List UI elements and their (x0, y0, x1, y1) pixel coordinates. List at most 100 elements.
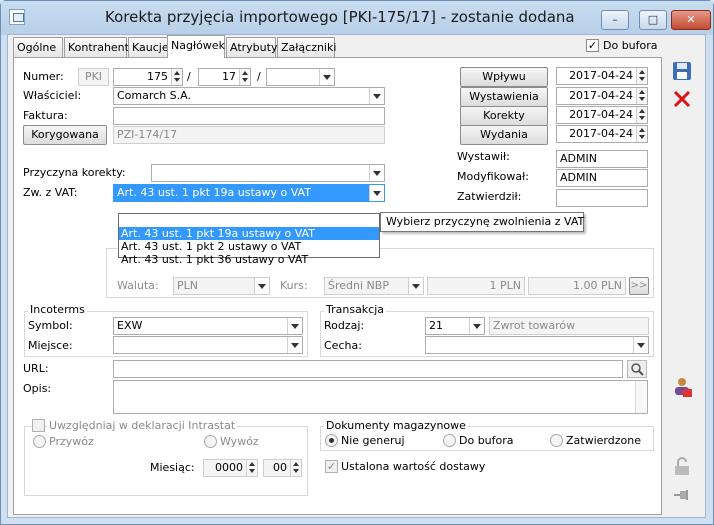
zatwierdzone-label: Zatwierdzone (566, 434, 641, 447)
minimize-button[interactable]: – (601, 10, 629, 30)
opis-scrollbar[interactable] (635, 381, 647, 413)
chevron-down-icon[interactable] (287, 337, 302, 353)
chevron-down-icon[interactable] (369, 185, 384, 201)
do-bufora-checkbox[interactable]: ✓ (586, 39, 599, 52)
numer-number-field[interactable]: 175 (113, 68, 183, 86)
kurs-rate-1: 1 PLN (427, 277, 525, 295)
numer-month-value: 17 (222, 70, 236, 83)
nie-generuj-label: Nie generuj (341, 434, 405, 447)
numer-month-field[interactable]: 17 (198, 68, 251, 86)
tab-kaucje[interactable]: Kaucje (128, 37, 169, 57)
rodzaj-select[interactable]: 21 (425, 317, 485, 335)
cecha-label: Cecha: (324, 339, 362, 352)
kurs-more-button[interactable]: >> (629, 277, 649, 295)
ustalona-checkbox[interactable]: ✓ (325, 460, 338, 473)
maximize-button[interactable]: □ (639, 10, 667, 30)
chevron-down-icon[interactable] (633, 337, 648, 353)
zwvat-value: Art. 43 ust. 1 pkt 19a ustawy o VAT (117, 186, 311, 199)
przywoz-radio (33, 435, 46, 448)
month-spin-icon[interactable] (239, 69, 250, 85)
miejsce-select[interactable] (113, 336, 303, 354)
user-card-icon (675, 378, 692, 397)
rodzaj-value: 21 (429, 319, 443, 332)
faktura-input[interactable] (113, 107, 385, 125)
date-spin-icon[interactable] (636, 88, 647, 104)
korekty-button[interactable]: Korekty (460, 106, 548, 126)
contractor-button[interactable] (670, 375, 694, 399)
zwvat-option-19a[interactable]: Art. 43 ust. 1 pkt 19a ustawy o VAT (119, 227, 379, 240)
wystawienia-date[interactable]: 2017-04-24 (556, 87, 648, 105)
opis-label: Opis: (23, 382, 52, 395)
intrastat-checkbox (32, 419, 45, 432)
chevron-down-icon[interactable] (319, 69, 334, 85)
korekty-date[interactable]: 2017-04-24 (556, 106, 648, 124)
tab-kontrahent[interactable]: Kontrahent (64, 37, 129, 57)
modyfikowal-value: ADMIN (556, 169, 648, 187)
wplywu-date[interactable]: 2017-04-24 (556, 67, 648, 85)
symbol-select[interactable]: EXW (113, 317, 303, 335)
cancel-button[interactable] (670, 87, 694, 111)
incoterms-title: Incoterms (28, 303, 87, 316)
tab-naglowek[interactable]: Nagłówek (167, 35, 225, 58)
numer-separator: / (187, 70, 191, 83)
wydania-date-value: 2017-04-24 (569, 127, 633, 140)
close-button[interactable]: ✕ (671, 10, 711, 30)
title-bar: Korekta przyjęcia importowego [PKI-175/1… (1, 1, 713, 35)
faktura-label: Faktura: (23, 109, 68, 122)
numer-series-select[interactable] (266, 68, 335, 86)
pin-button[interactable] (670, 483, 694, 507)
przyczyna-select[interactable] (151, 164, 385, 182)
wydania-button[interactable]: Wydania (460, 125, 548, 145)
numer-spin-icon[interactable] (171, 69, 182, 85)
korygowana-button[interactable]: Korygowana (23, 125, 107, 145)
modyfikowal-label: Modyfikował: (457, 170, 529, 183)
date-spin-icon[interactable] (636, 107, 647, 123)
wystawienia-button[interactable]: Wystawienia (460, 87, 548, 107)
zwvat-option-empty[interactable] (119, 214, 379, 227)
nie-generuj-radio[interactable] (325, 434, 338, 447)
tab-atrybuty[interactable]: Atrybuty (226, 37, 277, 57)
tab-ogolne[interactable]: Ogólne (13, 37, 63, 57)
chevron-down-icon[interactable] (469, 318, 484, 334)
zatwierdzone-radio[interactable] (550, 434, 563, 447)
wystawil-value: ADMIN (556, 150, 648, 168)
wystawil-label: Wystawił: (457, 150, 510, 163)
intrastat-month-field: 00 (263, 459, 302, 477)
window-title: Korekta przyjęcia importowego [PKI-175/1… (105, 8, 575, 26)
kurs-label: Kurs: (280, 279, 308, 292)
chevron-down-icon[interactable] (369, 165, 384, 181)
zwvat-dropdown-list[interactable]: Art. 43 ust. 1 pkt 19a ustawy o VAT Art.… (118, 213, 380, 266)
lock-icon (675, 457, 689, 475)
lock-button[interactable] (670, 455, 694, 479)
korygowana-value: PZI-174/17 (113, 126, 385, 144)
do-bufora-radio[interactable] (443, 434, 456, 447)
wlasciciel-select[interactable]: Comarch S.A. (113, 87, 385, 105)
intrastat-year-field: 0000 (203, 459, 258, 477)
date-spin-icon[interactable] (636, 126, 647, 142)
opis-textarea[interactable] (113, 380, 648, 414)
zatwierdzil-value (556, 189, 648, 207)
date-spin-icon[interactable] (636, 68, 647, 84)
chevron-down-icon[interactable] (287, 318, 302, 334)
tab-zalaczniki[interactable]: Załączniki (277, 37, 336, 57)
wydania-date[interactable]: 2017-04-24 (556, 125, 648, 143)
waluta-select: PLN (173, 277, 270, 295)
chevron-down-icon[interactable] (369, 88, 384, 104)
search-url-button[interactable] (627, 360, 647, 378)
ustalona-label: Ustalona wartość dostawy (341, 460, 486, 473)
cecha-select[interactable] (425, 336, 649, 354)
zwvat-option-36[interactable]: Art. 43 ust. 1 pkt 36 ustawy o VAT (119, 253, 379, 266)
wystawienia-date-value: 2017-04-24 (569, 89, 633, 102)
wplywu-button[interactable]: Wpływu (460, 67, 548, 87)
zwvat-option-2[interactable]: Art. 43 ust. 1 pkt 2 ustawy o VAT (119, 240, 379, 253)
zatwierdzil-label: Zatwierdził: (457, 190, 522, 203)
chevron-down-icon (254, 278, 269, 294)
numer-value: 175 (147, 70, 168, 83)
numer-separator-2: / (257, 70, 261, 83)
magazyn-title: Dokumenty magazynowe (324, 419, 468, 432)
kurs-rate-2: 1.00 PLN (528, 277, 626, 295)
url-input[interactable] (113, 360, 623, 378)
save-button[interactable] (670, 59, 694, 83)
wlasciciel-value: Comarch S.A. (117, 89, 191, 102)
zwvat-select[interactable]: Art. 43 ust. 1 pkt 19a ustawy o VAT (113, 184, 385, 202)
